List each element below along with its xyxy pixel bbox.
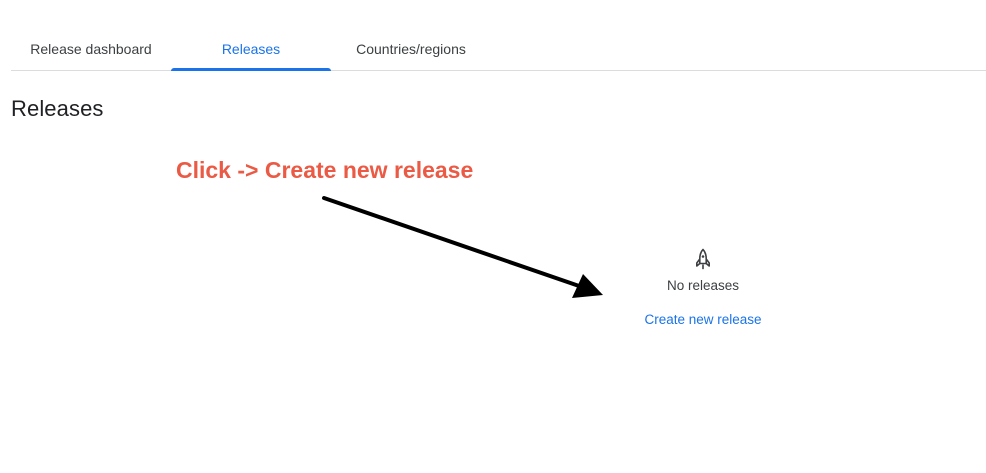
annotation-text: Click -> Create new release [176, 157, 474, 183]
arrow-head [572, 274, 603, 298]
tab-countries-regions[interactable]: Countries/regions [335, 28, 487, 70]
arrow-shaft [322, 196, 584, 289]
releases-page: Release dashboard Releases Countries/reg… [0, 0, 986, 473]
page-title: Releases [11, 96, 104, 121]
create-new-release-link[interactable]: Create new release [644, 312, 761, 327]
empty-state-message: No releases [666, 278, 740, 293]
empty-state: No releases Create new release [603, 248, 803, 329]
tab-release-dashboard[interactable]: Release dashboard [15, 28, 167, 70]
tab-bar: Release dashboard Releases Countries/reg… [11, 28, 986, 71]
tab-releases[interactable]: Releases [171, 28, 331, 71]
rocket-icon [696, 248, 710, 270]
